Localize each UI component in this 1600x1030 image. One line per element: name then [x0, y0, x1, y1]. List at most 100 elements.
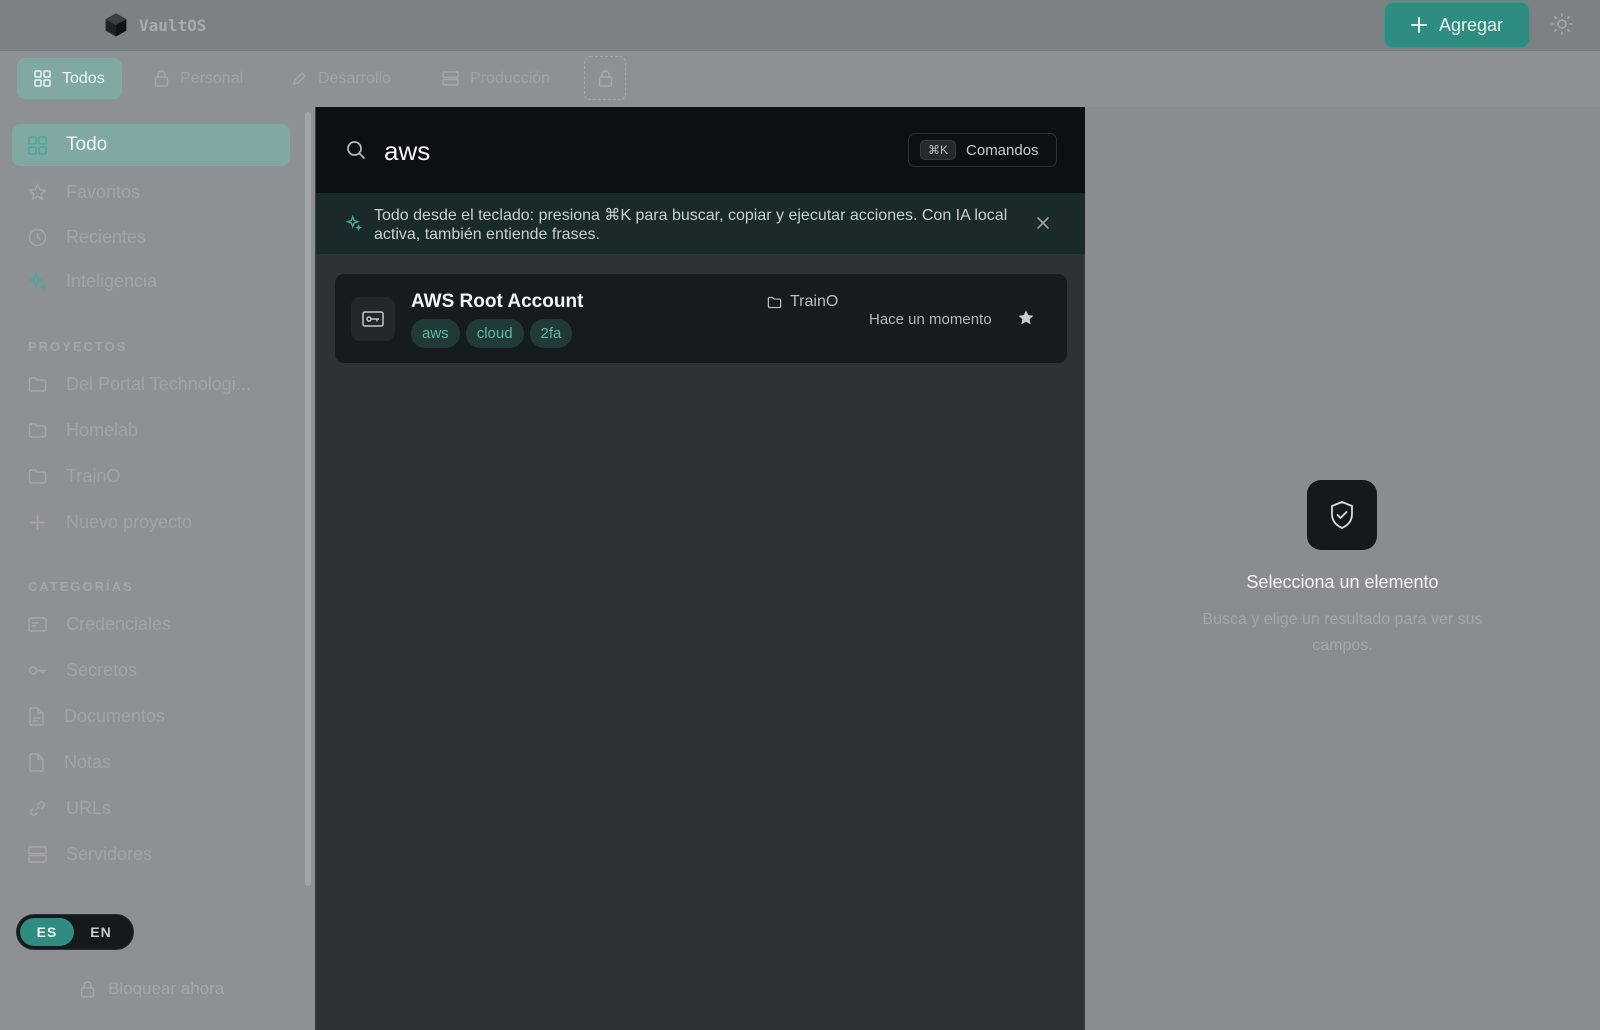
sidebar-project-del-portal[interactable]: Del Portal Technologi... [12, 363, 290, 405]
logo-icon [105, 13, 127, 37]
sidebar-item-label: Credenciales [66, 613, 172, 634]
star-icon[interactable] [1017, 309, 1035, 327]
tab-label: Todos [62, 69, 105, 87]
sidebar-item-label: Del Portal Technologi... [66, 373, 251, 394]
tag-badge[interactable]: 2fa [529, 319, 573, 348]
sidebar-item-label: Documentos [64, 705, 166, 726]
lock-icon [598, 69, 613, 87]
result-project-label: TrainO [790, 293, 839, 310]
lock-now-label: Bloquear ahora [108, 979, 225, 998]
lock-icon [80, 980, 95, 998]
empty-state-subtitle: Busca y elige un resultado para ver sus … [1202, 611, 1483, 654]
search-panel: ⌘K Comandos Todo desde el teclado: presi… [315, 107, 1086, 1030]
tag-badge[interactable]: cloud [465, 319, 524, 348]
tab-label: Producción [470, 69, 551, 87]
document-icon [28, 706, 45, 726]
commands-label: Comandos [966, 141, 1039, 159]
tab-label: Personal [180, 69, 244, 87]
server-icon [28, 845, 47, 863]
search-input[interactable] [384, 129, 864, 173]
brand[interactable]: VaultOS [105, 13, 206, 37]
add-vault-button[interactable] [584, 56, 626, 100]
sidebar-item-recientes[interactable]: Recientes [12, 216, 290, 258]
result-item[interactable]: AWS Root Account aws cloud 2fa TrainO Ha… [334, 273, 1068, 364]
commands-button[interactable]: ⌘K Comandos [908, 133, 1057, 167]
sun-icon [1550, 12, 1576, 36]
add-button[interactable]: Agregar [1384, 2, 1530, 48]
credential-icon [351, 297, 395, 341]
folder-icon [28, 376, 47, 393]
sidebar-item-label: Notas [64, 751, 112, 772]
sidebar-category-credenciales[interactable]: Credenciales [12, 603, 290, 645]
grid-icon [28, 135, 47, 155]
folder-icon [767, 296, 782, 309]
new-project-button[interactable]: Nuevo proyecto [12, 501, 290, 543]
categories-section-title: CATEGORÍAS [28, 579, 134, 594]
sidebar-item-label: Recientes [66, 226, 147, 247]
tag-badge[interactable]: aws [411, 319, 460, 348]
hint-text: Todo desde el teclado: presiona ⌘K para … [374, 207, 1008, 243]
star-icon [28, 182, 47, 202]
sidebar-project-homelab[interactable]: Homelab [12, 409, 290, 451]
note-icon [28, 752, 45, 772]
sidebar-category-servidores[interactable]: Servidores [12, 833, 290, 875]
folder-icon [28, 422, 47, 439]
link-icon [28, 799, 47, 818]
sidebar: Todo Favoritos Recientes Inteligencia PR… [0, 107, 315, 1030]
add-button-label: Agregar [1438, 14, 1504, 35]
keyboard-hint-banner: Todo desde el teclado: presiona ⌘K para … [316, 194, 1086, 255]
tab-produccion[interactable]: Producción [425, 58, 567, 99]
sidebar-item-favoritos[interactable]: Favoritos [12, 171, 290, 213]
tab-label: Desarrollo [318, 69, 391, 87]
detail-pane: Selecciona un elemento Busca y elige un … [1085, 107, 1600, 1030]
sidebar-category-notas[interactable]: Notas [12, 741, 290, 783]
sparkle-icon [346, 215, 362, 231]
sparkle-icon [28, 271, 47, 291]
sidebar-scrollbar[interactable] [305, 112, 311, 886]
result-title: AWS Root Account [411, 291, 584, 312]
projects-section-title: PROYECTOS [28, 339, 128, 354]
plus-icon [1410, 17, 1427, 33]
top-bar: VaultOS Agregar [0, 0, 1600, 51]
plus-icon [28, 513, 47, 532]
empty-state-title: Selecciona un elemento [1246, 572, 1439, 592]
pencil-icon [292, 71, 307, 86]
sidebar-item-label: URLs [66, 797, 112, 818]
sidebar-item-todo[interactable]: Todo [12, 124, 290, 166]
lang-es-button[interactable]: ES [20, 918, 74, 946]
key-icon [28, 663, 47, 678]
close-icon[interactable] [1036, 216, 1050, 230]
sidebar-category-secretos[interactable]: Secretos [12, 649, 290, 691]
sidebar-category-documentos[interactable]: Documentos [12, 695, 290, 737]
lock-now-button[interactable]: Bloquear ahora [80, 979, 224, 999]
clock-icon [28, 228, 47, 247]
language-toggle: ES EN [16, 914, 134, 950]
sidebar-item-label: Nuevo proyecto [66, 511, 193, 532]
sidebar-item-label: Todo [66, 134, 108, 155]
folder-icon [28, 468, 47, 485]
theme-toggle-button[interactable] [1550, 12, 1576, 38]
grid-icon [34, 70, 51, 87]
sidebar-project-traino[interactable]: TrainO [12, 455, 290, 497]
shield-icon [1307, 480, 1377, 550]
sidebar-item-label: Homelab [66, 419, 139, 440]
sidebar-item-label: Servidores [66, 843, 153, 864]
tab-todos[interactable]: Todos [17, 58, 122, 99]
sidebar-item-label: TrainO [66, 465, 121, 486]
sidebar-item-label: Inteligencia [66, 270, 158, 291]
sidebar-category-urls[interactable]: URLs [12, 787, 290, 829]
sidebar-item-label: Secretos [66, 659, 138, 680]
lock-icon [154, 70, 169, 87]
search-icon [346, 140, 366, 160]
lang-en-button[interactable]: EN [74, 918, 128, 946]
result-timestamp: Hace un momento [869, 311, 992, 328]
sidebar-item-label: Favoritos [66, 181, 141, 202]
tab-desarrollo[interactable]: Desarrollo [275, 58, 408, 99]
sidebar-item-inteligencia[interactable]: Inteligencia [12, 260, 290, 302]
server-icon [442, 71, 459, 86]
tab-personal[interactable]: Personal [137, 58, 260, 99]
search-bar: ⌘K Comandos [316, 107, 1086, 194]
app-name: VaultOS [139, 15, 207, 35]
shortcut-badge: ⌘K [920, 140, 957, 160]
vault-tabs: Todos Personal Desarrollo Producción [0, 51, 1600, 107]
